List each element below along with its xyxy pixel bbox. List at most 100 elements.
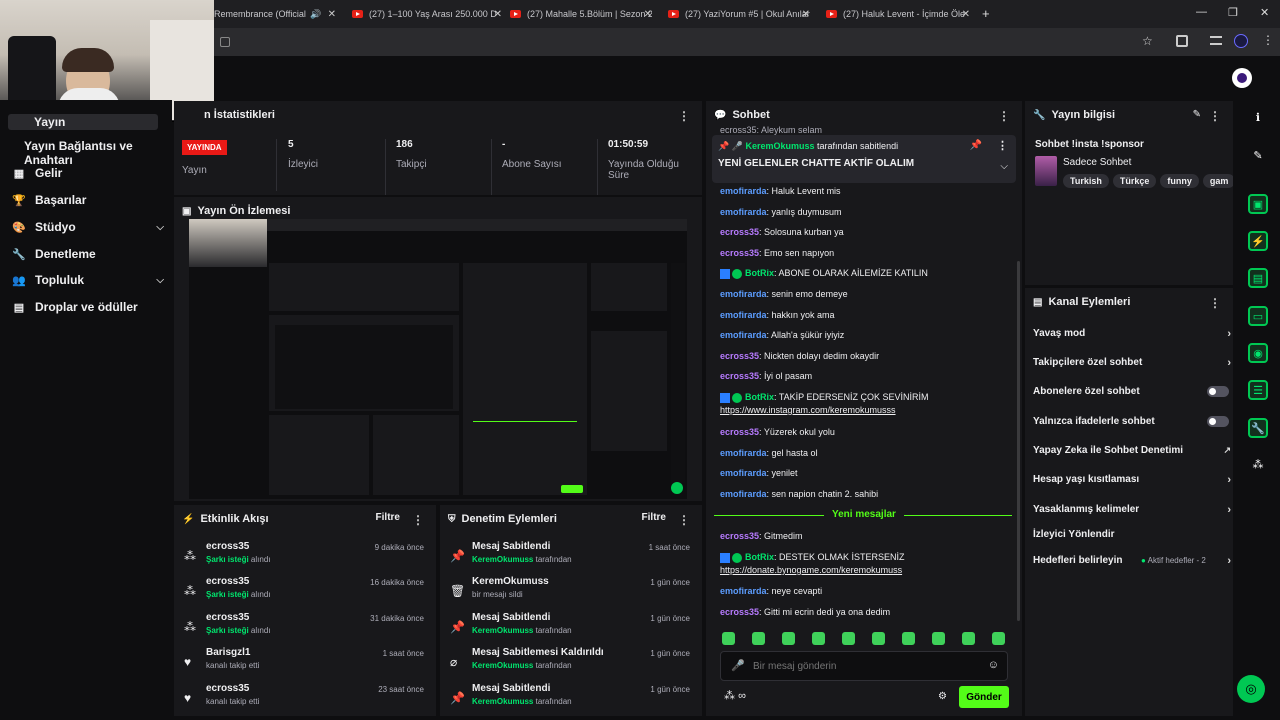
send-button[interactable]: Gönder [959, 686, 1009, 708]
sidebar-item-yayin[interactable]: Yayın [8, 114, 158, 130]
sidebar-item-droplar[interactable]: ▤ Droplar ve ödüller [12, 300, 138, 314]
chat-username[interactable]: emofirarda [720, 468, 767, 478]
emote-icon[interactable] [932, 632, 945, 645]
chat-username[interactable]: emofirarda [720, 186, 767, 196]
action-slow-mode[interactable]: Yavaş mod › [1033, 328, 1231, 340]
filter-button[interactable]: Filtre [642, 512, 666, 523]
emote-icon[interactable] [842, 632, 855, 645]
action-redirect-viewers[interactable]: İzleyici Yönlendir [1033, 529, 1223, 540]
chat-username[interactable]: BotRix [745, 392, 774, 402]
emote-icon[interactable] [722, 632, 735, 645]
actions-toggle-icon[interactable]: ☰ [1248, 380, 1268, 400]
action-banned-words[interactable]: Yasaklanmış kelimeler › [1033, 504, 1231, 516]
sidebar-item-gelir[interactable]: ▦ Gelir [12, 166, 63, 180]
tag[interactable]: Turkish [1063, 174, 1109, 188]
chat-username[interactable]: emofirarda [720, 489, 767, 499]
minimize-icon[interactable]: — [1196, 6, 1207, 18]
chat-username[interactable]: ecross35 [720, 371, 759, 381]
sidebar-item-studyo[interactable]: 🎨 Stüdyo ⌵ [12, 220, 164, 234]
chat-username[interactable]: ecross35 [720, 248, 759, 258]
activity-toggle-icon[interactable]: ⚡ [1248, 231, 1268, 251]
sidebar-item-topluluk[interactable]: 👥 Topluluk ⌵ [12, 273, 164, 287]
stream-preview-video[interactable] [189, 219, 687, 499]
window-close-icon[interactable]: ✕ [1260, 6, 1269, 19]
broadcast-toggle-icon[interactable]: ◉ [1248, 343, 1268, 363]
action-goals[interactable]: Hedefleri belirleyin ● Aktif hedefler - … [1033, 555, 1231, 567]
close-icon[interactable]: ✕ [328, 9, 336, 20]
sidebar-item-basarilar[interactable]: 🏆 Başarılar [12, 193, 86, 207]
emote-icon[interactable] [902, 632, 915, 645]
help-support-icon[interactable]: ◎ [1237, 675, 1265, 703]
chat-username[interactable]: BotRix [745, 552, 774, 562]
user-avatar[interactable] [1232, 68, 1252, 88]
chat-scrollbar[interactable] [1017, 261, 1020, 621]
chevron-down-icon[interactable]: ⌵ [1000, 161, 1008, 172]
browser-tab[interactable]: (27) YaziYorum #5 | Okul Anılar ✕ [668, 4, 810, 24]
close-icon[interactable]: ✕ [644, 9, 652, 20]
emote-icon[interactable] [752, 632, 765, 645]
browser-tab[interactable]: (27) Mahalle 5.Bölüm | Sezon 2 ✕ [510, 4, 652, 24]
site-info-icon[interactable] [220, 37, 230, 47]
media-icon[interactable] [1210, 36, 1222, 45]
preview-toggle-icon[interactable]: ▣ [1248, 194, 1268, 214]
emote-icon[interactable] [812, 632, 825, 645]
chat-username[interactable]: ecross35 [720, 531, 759, 541]
more-options-icon[interactable]: ⋮ [997, 139, 1008, 152]
sidebar-item-stream-key[interactable]: Yayın Bağlantısı ve Anahtarı [24, 139, 172, 167]
chat-username[interactable]: BotRix [745, 268, 774, 278]
edit-pencil-icon[interactable]: ✎ [1193, 109, 1201, 120]
chat-username[interactable]: ecross35 [720, 227, 759, 237]
chat-link[interactable]: https://donate.bynogame.com/keremokumuss [720, 565, 902, 575]
emote-icon[interactable] [782, 632, 795, 645]
more-options-icon[interactable]: ⋮ [1209, 109, 1221, 123]
edit-icon[interactable]: ✎ [1248, 145, 1268, 165]
sidebar-item-denetleme[interactable]: 🔧 Denetleme [12, 247, 96, 261]
restore-icon[interactable]: ❐ [1228, 6, 1238, 19]
more-options-icon[interactable]: ⋮ [1209, 296, 1221, 310]
chat-username[interactable]: ecross35 [720, 607, 759, 617]
more-options-icon[interactable]: ⋮ [412, 513, 424, 527]
unpin-icon[interactable]: 📌 [970, 140, 982, 151]
more-options-icon[interactable]: ⋮ [678, 109, 690, 123]
chat-username[interactable]: emofirarda [720, 289, 767, 299]
chat-username[interactable]: emofirarda [720, 310, 767, 320]
more-widgets-icon[interactable]: ⁂ [1248, 454, 1268, 474]
settings-gear-icon[interactable]: ⚙ [938, 691, 947, 702]
emoji-icon[interactable]: ☺ [988, 659, 999, 671]
bookmark-star-icon[interactable]: ☆ [1142, 34, 1153, 48]
emote-only-toggle[interactable] [1207, 416, 1229, 427]
emote-icon[interactable] [962, 632, 975, 645]
filter-button[interactable]: Filtre [376, 512, 400, 523]
emote-icon[interactable] [872, 632, 885, 645]
more-options-icon[interactable]: ⋮ [998, 109, 1010, 123]
info-icon[interactable]: ℹ [1248, 107, 1268, 127]
close-icon[interactable]: ✕ [494, 9, 502, 20]
browser-tab[interactable]: (27) Haluk Levent - İçimde Öle ✕ [826, 4, 970, 24]
more-options-icon[interactable]: ⋮ [678, 513, 690, 527]
chat-username[interactable]: ecross35 [720, 351, 759, 361]
chat-username[interactable]: emofirarda [720, 207, 767, 217]
chat-link[interactable]: https://www.instagram.com/keremokumusss [720, 405, 896, 415]
tag[interactable]: gam [1202, 174, 1233, 188]
tag[interactable]: Türkçe [1112, 174, 1157, 188]
chat-toggle-icon[interactable]: ▭ [1248, 306, 1268, 326]
chat-input[interactable] [753, 658, 973, 674]
chat-username[interactable]: ecross35 [720, 427, 759, 437]
chat-username[interactable]: emofirarda [720, 330, 767, 340]
chat-username[interactable]: emofirarda [720, 448, 767, 458]
tag[interactable]: funny [1160, 174, 1199, 188]
subscribers-only-toggle[interactable] [1207, 386, 1229, 397]
action-ai-moderation[interactable]: Yapay Zeka ile Sohbet Denetimi ↗ [1033, 445, 1231, 456]
chat-input-box[interactable]: 🎤 ☺ [720, 651, 1008, 681]
action-account-age[interactable]: Hesap yaşı kısıtlaması › [1033, 474, 1231, 486]
chat-username[interactable]: emofirarda [720, 586, 767, 596]
close-icon[interactable]: ✕ [962, 9, 970, 20]
info-toggle-icon[interactable]: ▤ [1248, 268, 1268, 288]
new-tab-icon[interactable]: + [982, 6, 990, 21]
profile-avatar[interactable] [1234, 34, 1248, 48]
browser-tab[interactable]: (27) 1–100 Yaş Arası 250.000 D ✕ [352, 4, 502, 24]
menu-dots-icon[interactable]: ⋮ [1262, 33, 1274, 47]
action-followers-only[interactable]: Takipçilere özel sohbet › [1033, 357, 1231, 369]
points-indicator[interactable]: ⁂ ∞ [724, 689, 746, 702]
browser-tab[interactable]: Remembrance (Official 🔊 ✕ [214, 4, 336, 24]
